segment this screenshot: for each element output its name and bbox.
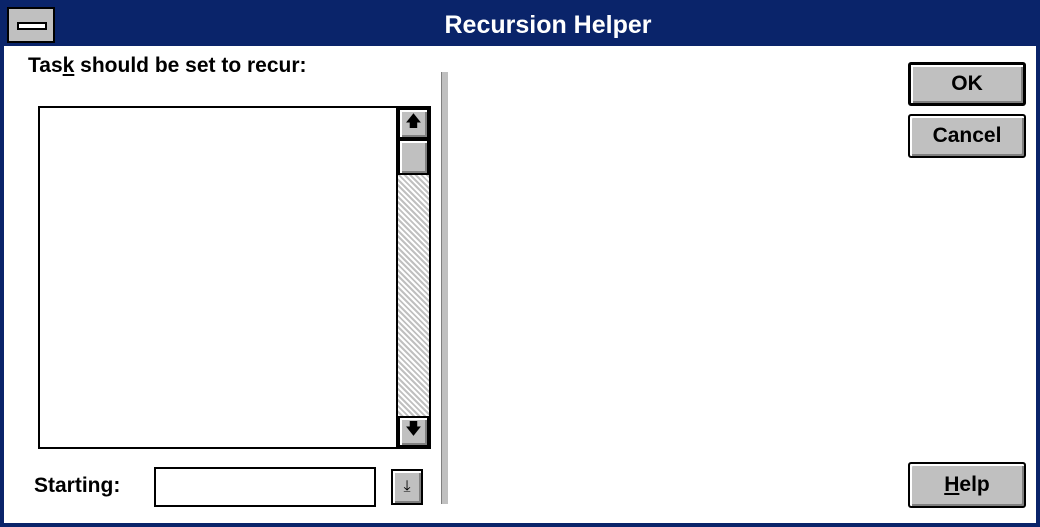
task-list-label: Task should be set to recur: (28, 54, 307, 77)
cancel-button[interactable]: Cancel (908, 114, 1026, 158)
window-title: Recursion Helper (444, 11, 652, 39)
starting-label: Starting: (34, 474, 121, 497)
system-menu-button[interactable] (7, 7, 55, 43)
starting-combo-input[interactable] (154, 467, 376, 507)
system-menu-icon (17, 22, 47, 30)
title-bar: Recursion Helper (4, 4, 1036, 46)
accelerator-g: g (100, 474, 114, 497)
task-listbox[interactable]: 🡅 🡇 (38, 106, 431, 449)
vertical-divider (441, 72, 449, 504)
combo-dropdown-arrow-icon[interactable]: ⤓ (391, 469, 423, 505)
scroll-up-arrow-icon[interactable]: 🡅 (398, 108, 429, 139)
help-button[interactable]: Help (908, 462, 1026, 508)
scroll-down-arrow-icon[interactable]: 🡇 (398, 416, 429, 447)
scroll-thumb[interactable] (398, 139, 429, 175)
recursion-helper-dialog: Recursion Helper Task should be set to r… (0, 0, 1040, 527)
ok-button[interactable]: OK (908, 62, 1026, 106)
accelerator-k: k (62, 54, 75, 77)
accelerator-h: H (944, 473, 960, 496)
vertical-scrollbar[interactable]: 🡅 🡇 (396, 108, 429, 447)
